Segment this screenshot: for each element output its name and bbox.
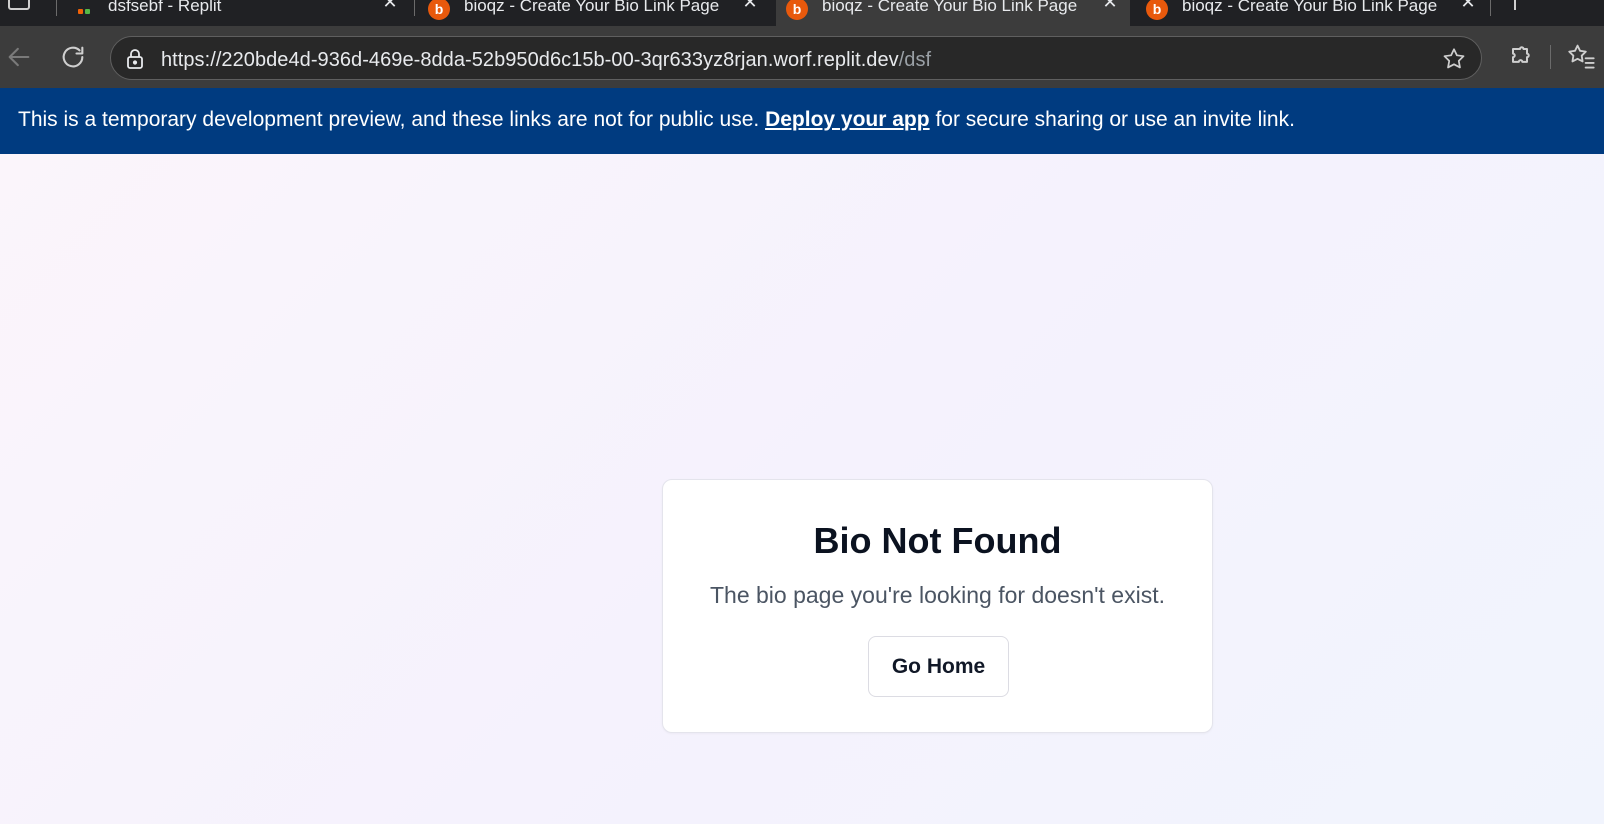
- banner-text: This is a temporary development preview,…: [18, 108, 1295, 132]
- tab-bioqz-3[interactable]: b bioqz - Create Your Bio Link Page ✕: [1136, 0, 1488, 26]
- page-content: Bio Not Found The bio page you're lookin…: [0, 154, 1604, 824]
- bioqz-favicon: b: [786, 0, 808, 20]
- deploy-app-link[interactable]: Deploy your app: [765, 108, 930, 131]
- address-bar[interactable]: https://220bde4d-936d-469e-8dda-52b950d6…: [110, 36, 1482, 80]
- go-home-button[interactable]: Go Home: [868, 636, 1009, 697]
- not-found-card: Bio Not Found The bio page you're lookin…: [662, 479, 1213, 733]
- dev-preview-banner: This is a temporary development preview,…: [0, 88, 1604, 154]
- new-tab-icon[interactable]: [1514, 0, 1516, 10]
- close-icon[interactable]: ✕: [740, 0, 760, 12]
- tab-separator: [56, 0, 57, 16]
- tab-separator: [414, 0, 415, 16]
- browser-toolbar: https://220bde4d-936d-469e-8dda-52b950d6…: [0, 26, 1604, 88]
- replit-icon: [72, 0, 94, 20]
- bioqz-favicon: b: [1146, 0, 1168, 20]
- tab-title: dsfsebf - Replit: [108, 0, 222, 15]
- card-title: Bio Not Found: [813, 520, 1062, 561]
- tab-bioqz-2-active[interactable]: b bioqz - Create Your Bio Link Page ✕: [776, 0, 1130, 26]
- tab-bioqz-1[interactable]: b bioqz - Create Your Bio Link Page ✕: [418, 0, 770, 26]
- url-path: /dsf: [898, 49, 932, 71]
- star-icon[interactable]: [1441, 46, 1467, 72]
- tab-separator: [1490, 0, 1491, 16]
- tab-title: bioqz - Create Your Bio Link Page: [464, 0, 720, 15]
- tab-replit[interactable]: dsfsebf - Replit ✕: [62, 0, 412, 26]
- tab-title: bioqz - Create Your Bio Link Page: [1182, 0, 1438, 15]
- tab-strip: dsfsebf - Replit ✕ b bioqz - Create Your…: [0, 0, 1604, 26]
- banner-text-before: This is a temporary development preview,…: [18, 108, 760, 131]
- bioqz-favicon: b: [428, 0, 450, 20]
- tab-title: bioqz - Create Your Bio Link Page: [822, 0, 1078, 15]
- tab-actions-icon[interactable]: [8, 0, 30, 10]
- url-main: https://220bde4d-936d-469e-8dda-52b950d6…: [161, 49, 899, 71]
- close-icon[interactable]: ✕: [1100, 0, 1120, 12]
- toolbar-separator: [1550, 45, 1551, 69]
- url-text[interactable]: https://220bde4d-936d-469e-8dda-52b950d6…: [161, 49, 931, 72]
- close-icon[interactable]: ✕: [380, 0, 400, 12]
- favorites-icon[interactable]: [1566, 42, 1596, 70]
- close-icon[interactable]: ✕: [1458, 0, 1478, 12]
- reload-icon[interactable]: [58, 42, 88, 72]
- banner-text-after: for secure sharing or use an invite link…: [935, 108, 1295, 131]
- lock-icon[interactable]: [125, 48, 145, 70]
- extensions-icon[interactable]: [1506, 42, 1534, 70]
- card-message: The bio page you're looking for doesn't …: [709, 582, 1165, 608]
- back-icon[interactable]: [4, 42, 34, 72]
